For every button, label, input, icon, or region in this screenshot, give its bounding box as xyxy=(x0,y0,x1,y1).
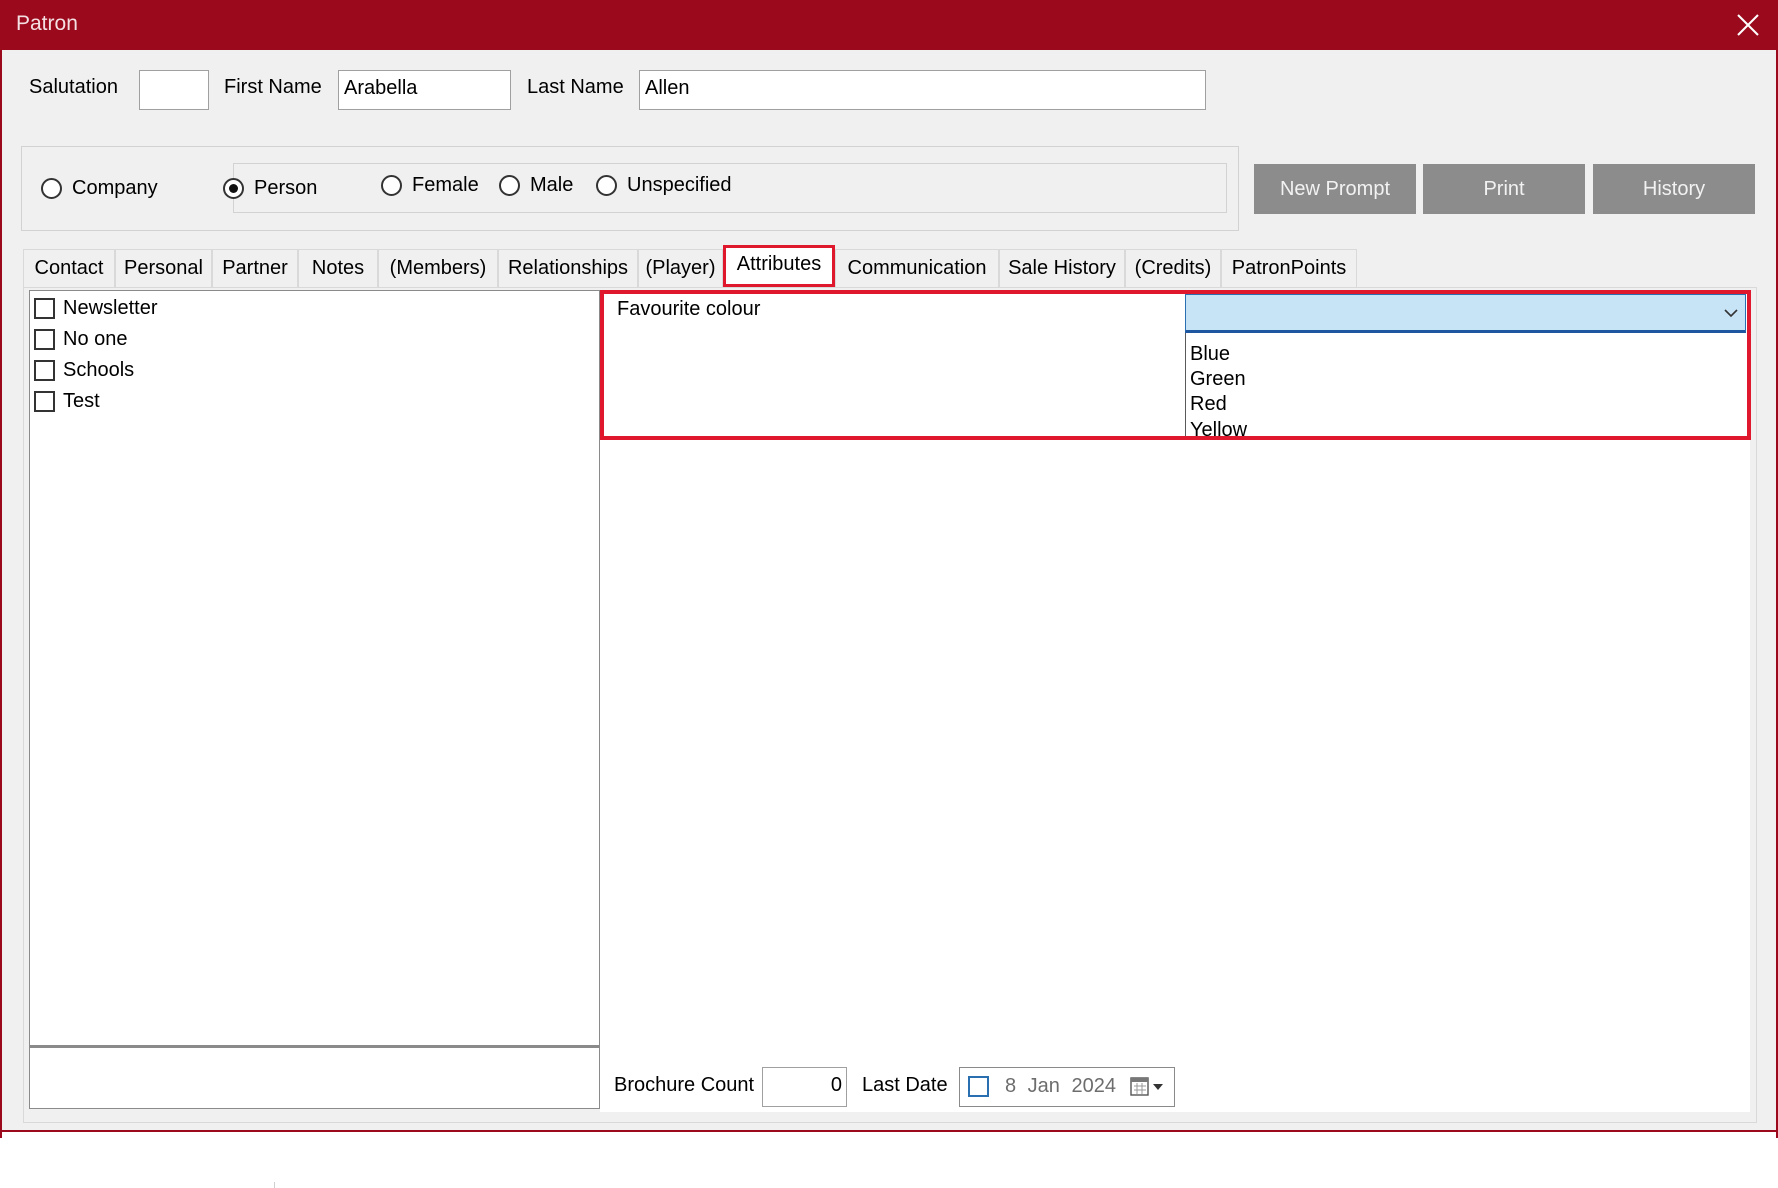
title-bar: Patron xyxy=(0,0,1778,50)
last-name-input[interactable]: Allen xyxy=(639,70,1206,110)
checkbox xyxy=(34,360,55,381)
first-name-label: First Name xyxy=(224,76,322,98)
favourite-colour-dropdown-list: Blue Green Red Yellow xyxy=(1185,333,1746,441)
radio-company-circle xyxy=(41,178,62,199)
last-date-checkbox[interactable] xyxy=(968,1076,989,1097)
checklist-item-no-one[interactable]: No one xyxy=(34,328,128,351)
brochure-count-input[interactable]: 0 xyxy=(762,1067,847,1107)
tab-notes[interactable]: Notes xyxy=(298,249,378,287)
tab-contact[interactable]: Contact xyxy=(23,249,115,287)
checkbox xyxy=(34,298,55,319)
tab-communication[interactable]: Communication xyxy=(835,249,999,287)
radio-unspecified-circle xyxy=(596,175,617,196)
checklist-item-schools[interactable]: Schools xyxy=(34,359,134,382)
checkbox xyxy=(34,329,55,350)
brochure-count-label: Brochure Count xyxy=(614,1074,755,1096)
radio-male[interactable]: Male xyxy=(499,174,573,197)
tab-attributes[interactable]: Attributes xyxy=(723,245,835,287)
checklist-item-label: Newsletter xyxy=(63,297,158,319)
checklist-item-newsletter[interactable]: Newsletter xyxy=(34,297,157,320)
tab-personal[interactable]: Personal xyxy=(115,249,212,287)
tab-player[interactable]: (Player) xyxy=(638,249,723,287)
last-date-label: Last Date xyxy=(862,1074,948,1096)
radio-female-label: Female xyxy=(412,174,479,196)
first-name-input[interactable]: Arabella xyxy=(338,70,511,110)
dropdown-option-yellow[interactable]: Yellow xyxy=(1190,419,1247,442)
tab-members[interactable]: (Members) xyxy=(378,249,498,287)
close-button[interactable] xyxy=(1718,0,1778,50)
checklist-item-label: Schools xyxy=(63,359,135,381)
tab-partner[interactable]: Partner xyxy=(212,249,298,287)
patron-window: Patron Salutation First Name Arabella La… xyxy=(0,0,1778,1188)
divider xyxy=(274,1182,275,1188)
favourite-colour-label: Favourite colour xyxy=(617,298,761,320)
form-content: Salutation First Name Arabella Last Name… xyxy=(2,50,1776,1132)
favourite-colour-select[interactable] xyxy=(1185,294,1746,333)
last-name-label: Last Name xyxy=(527,76,624,98)
tab-sale-history[interactable]: Sale History xyxy=(999,249,1125,287)
radio-company-label: Company xyxy=(72,177,158,199)
radio-person-circle xyxy=(223,178,244,199)
radio-person-label: Person xyxy=(254,177,318,199)
checklist-item-label: Test xyxy=(63,390,100,412)
radio-company[interactable]: Company xyxy=(41,177,158,200)
last-date-picker[interactable]: 8 Jan 2024 xyxy=(959,1067,1175,1107)
salutation-label: Salutation xyxy=(29,76,118,98)
last-date-value: 8 Jan 2024 xyxy=(1005,1075,1116,1097)
salutation-input[interactable] xyxy=(139,70,209,110)
calendar-icon xyxy=(1130,1077,1163,1096)
radio-male-circle xyxy=(499,175,520,196)
radio-female[interactable]: Female xyxy=(381,174,479,197)
checklist-item-label: No one xyxy=(63,328,128,350)
radio-unspecified-label: Unspecified xyxy=(627,174,732,196)
radio-person[interactable]: Person xyxy=(223,177,317,200)
radio-female-circle xyxy=(381,175,402,196)
window-client: Salutation First Name Arabella Last Name… xyxy=(0,50,1778,1188)
attribute-note-box[interactable] xyxy=(29,1047,600,1109)
tab-relationships[interactable]: Relationships xyxy=(498,249,638,287)
new-prompt-button[interactable]: New Prompt xyxy=(1254,164,1416,214)
radio-male-label: Male xyxy=(530,174,574,196)
dropdown-option-blue[interactable]: Blue xyxy=(1190,343,1230,366)
print-button[interactable]: Print xyxy=(1423,164,1585,214)
attributes-checklist: Newsletter No one Schools Test xyxy=(29,290,600,1047)
checkbox xyxy=(34,391,55,412)
calendar-dropdown-button[interactable] xyxy=(1130,1075,1168,1104)
chevron-down-icon xyxy=(1724,309,1738,318)
dropdown-option-red[interactable]: Red xyxy=(1190,393,1227,416)
close-icon xyxy=(1737,14,1759,36)
radio-unspecified[interactable]: Unspecified xyxy=(596,174,732,197)
dropdown-option-green[interactable]: Green xyxy=(1190,368,1246,391)
checklist-item-test[interactable]: Test xyxy=(34,390,100,413)
tab-credits[interactable]: (Credits) xyxy=(1125,249,1221,287)
tab-patronpoints[interactable]: PatronPoints xyxy=(1221,249,1357,287)
history-button[interactable]: History xyxy=(1593,164,1755,214)
window-title: Patron xyxy=(16,12,78,35)
